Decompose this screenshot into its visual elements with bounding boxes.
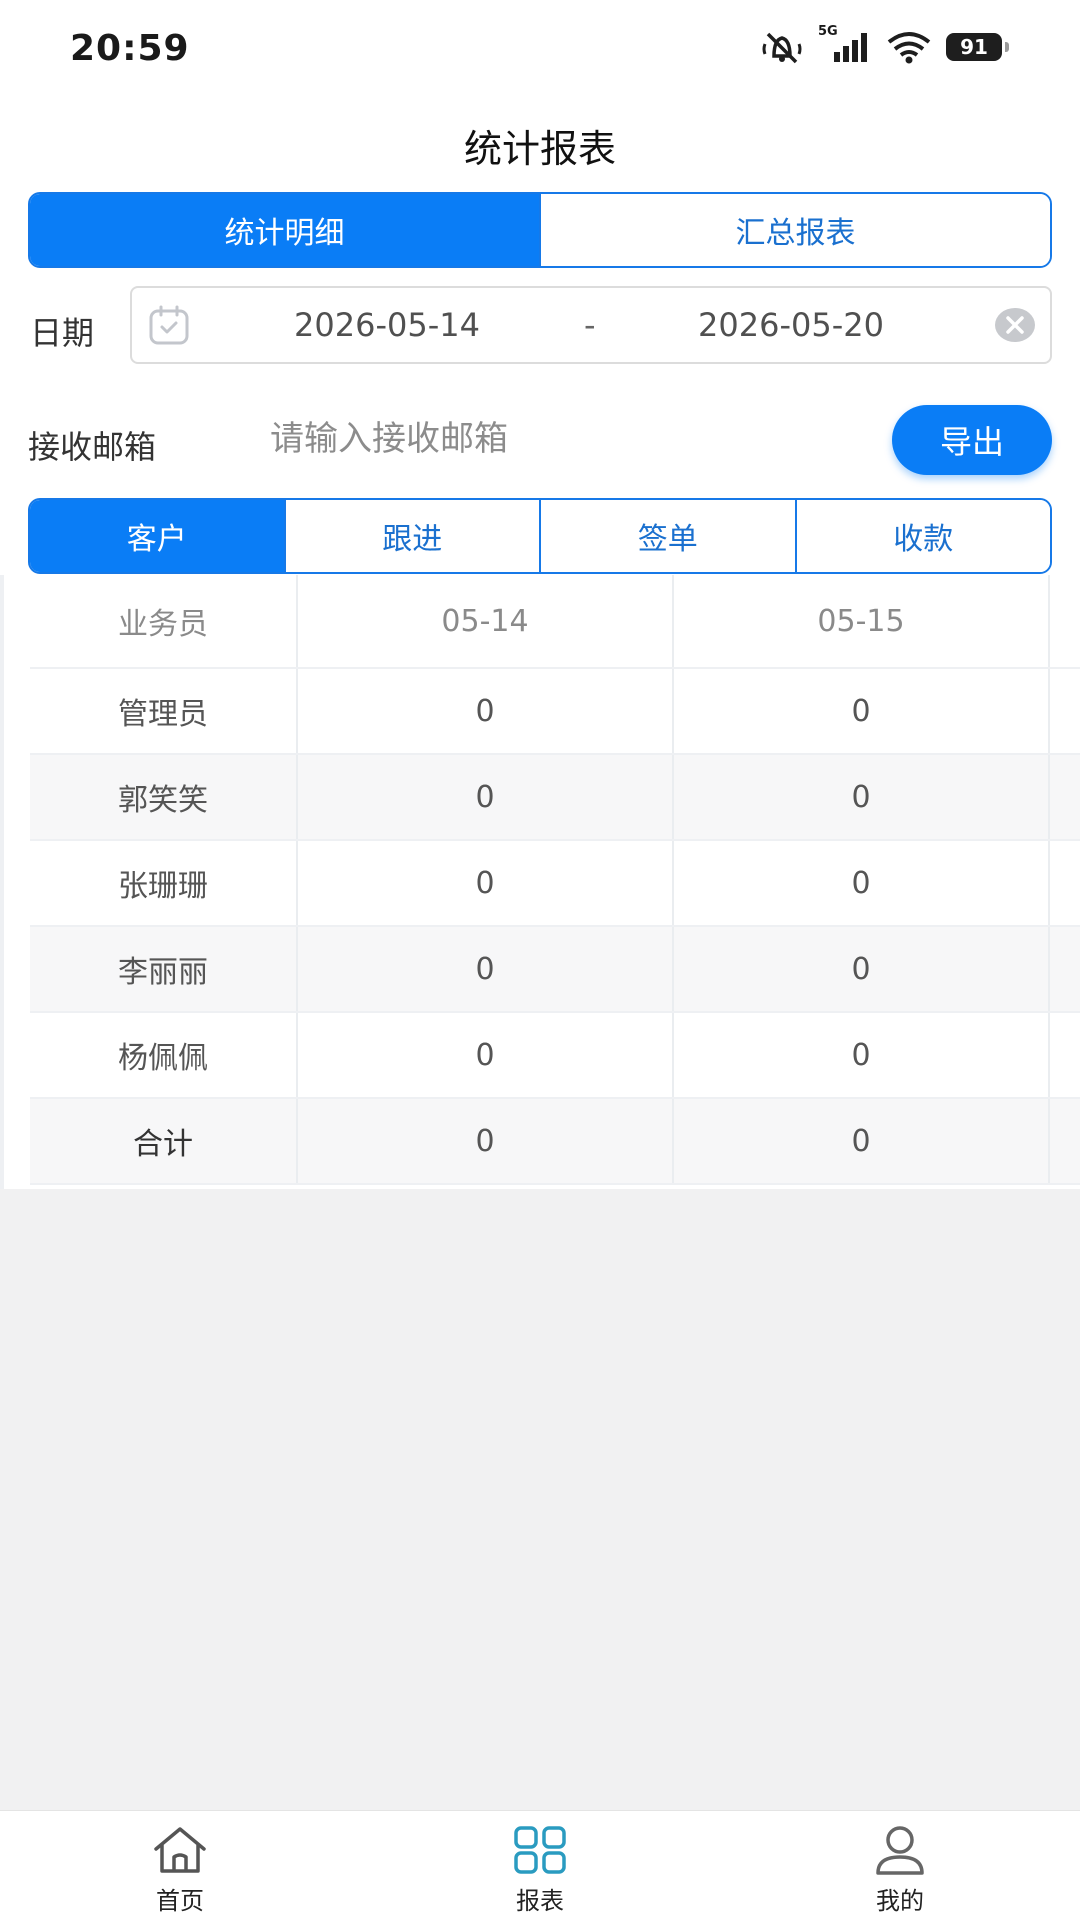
table-total-row: 合计 0 0: [30, 1099, 1080, 1185]
row-value: 0: [674, 1099, 1050, 1183]
battery-indicator: 91: [946, 33, 1009, 61]
user-icon: [876, 1826, 924, 1875]
row-value: 0: [674, 669, 1050, 753]
row-overflow: [1050, 841, 1080, 925]
tab-follow-up[interactable]: 跟进: [283, 500, 539, 572]
tab-customer[interactable]: 客户: [30, 500, 284, 572]
category-tabs: 客户 跟进 签单 收款: [28, 498, 1052, 574]
clear-icon[interactable]: [994, 306, 1036, 344]
row-overflow: [1050, 755, 1080, 839]
header-date-1: 05-14: [298, 575, 674, 667]
row-value: 0: [298, 755, 674, 839]
date-start[interactable]: 2026-05-14: [294, 306, 480, 344]
row-name: 杨佩佩: [30, 1013, 298, 1097]
wifi-icon: [887, 32, 931, 64]
tab-payment[interactable]: 收款: [794, 500, 1050, 572]
nav-reports[interactable]: 报表: [360, 1811, 720, 1921]
export-button[interactable]: 导出: [892, 405, 1052, 475]
row-value: 0: [674, 841, 1050, 925]
email-input[interactable]: [270, 410, 860, 468]
header-date-2: 05-15: [674, 575, 1050, 667]
header-salesperson: 业务员: [30, 575, 298, 667]
row-value: 0: [298, 841, 674, 925]
row-overflow: [1050, 1013, 1080, 1097]
tab-contract[interactable]: 签单: [539, 500, 795, 572]
cellular-signal: 5G: [818, 24, 872, 64]
signal-bars-icon: [834, 33, 867, 62]
header-area: 20:59 5G 91 统计报表 统计明细 汇总报表 日期 2026-05-14…: [0, 0, 1080, 575]
date-end[interactable]: 2026-05-20: [698, 306, 884, 344]
status-icons: 5G 91: [760, 24, 1009, 64]
table-row: 杨佩佩 0 0: [30, 1013, 1080, 1099]
home-icon: [154, 1827, 206, 1873]
header-overflow: [1050, 575, 1080, 667]
row-value: 0: [674, 755, 1050, 839]
table-row: 张珊珊 0 0: [30, 841, 1080, 927]
table-row: 郭笑笑 0 0: [30, 755, 1080, 841]
row-name: 合计: [30, 1099, 298, 1183]
row-value: 0: [298, 1013, 674, 1097]
row-name: 管理员: [30, 669, 298, 753]
row-value: 0: [298, 927, 674, 1011]
table-edge: [0, 575, 4, 1189]
date-separator: -: [584, 306, 596, 344]
view-switcher: 统计明细 汇总报表: [28, 192, 1052, 268]
row-value: 0: [674, 927, 1050, 1011]
email-label: 接收邮箱: [28, 428, 157, 466]
row-name: 郭笑笑: [30, 755, 298, 839]
grid-icon: [514, 1826, 566, 1874]
tab-summary[interactable]: 汇总报表: [539, 194, 1050, 266]
row-value: 0: [674, 1013, 1050, 1097]
row-value: 0: [298, 1099, 674, 1183]
row-name: 张珊珊: [30, 841, 298, 925]
row-name: 李丽丽: [30, 927, 298, 1011]
page-title: 统计报表: [463, 127, 616, 171]
date-label: 日期: [30, 314, 95, 352]
status-time: 20:59: [70, 28, 190, 69]
tab-detail[interactable]: 统计明细: [30, 194, 539, 266]
row-overflow: [1050, 669, 1080, 753]
mute-bell-icon: [762, 32, 802, 64]
bottom-nav: 首页 报表 我的: [0, 1810, 1080, 1921]
date-range-picker[interactable]: 2026-05-14 - 2026-05-20: [130, 286, 1052, 364]
nav-reports-label: 报表: [516, 1887, 564, 1915]
table-row: 管理员 0 0: [30, 669, 1080, 755]
table-header-row: 业务员 05-14 05-15: [30, 575, 1080, 669]
calendar-icon: [149, 305, 189, 345]
stats-table[interactable]: 业务员 05-14 05-15 管理员 0 0 郭笑笑 0 0 张珊珊 0 0 …: [0, 575, 1080, 1189]
table-row: 李丽丽 0 0: [30, 927, 1080, 1013]
nav-profile[interactable]: 我的: [720, 1811, 1080, 1921]
nav-home[interactable]: 首页: [0, 1811, 360, 1921]
nav-home-label: 首页: [156, 1887, 204, 1915]
row-value: 0: [298, 669, 674, 753]
row-overflow: [1050, 1099, 1080, 1183]
row-overflow: [1050, 927, 1080, 1011]
nav-profile-label: 我的: [876, 1887, 924, 1915]
